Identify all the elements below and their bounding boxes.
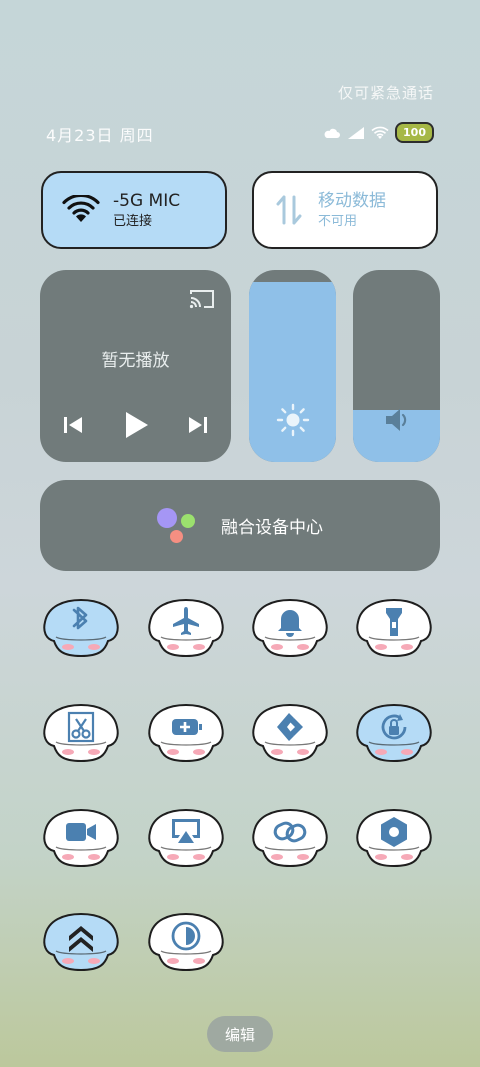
status-icons: 100: [323, 122, 434, 143]
tile-screen-record[interactable]: [42, 807, 120, 869]
tile-flashlight[interactable]: [355, 597, 433, 659]
media-title: 暂无播放: [101, 351, 170, 371]
screen-cast-icon: [172, 819, 200, 843]
tile-battery-saver[interactable]: [147, 702, 225, 764]
cast-icon[interactable]: [189, 288, 215, 310]
screen-record-icon: [66, 823, 96, 841]
mobile-data-status: 不可用: [318, 213, 358, 229]
tile-bell[interactable]: [251, 597, 329, 659]
battery-badge: 100: [395, 122, 434, 143]
tile-link[interactable]: [251, 807, 329, 869]
tile-screenshot[interactable]: [42, 702, 120, 764]
tile-bluetooth[interactable]: [42, 597, 120, 659]
tile-dark-mode[interactable]: [147, 911, 225, 973]
tile-airplane[interactable]: [147, 597, 225, 659]
tile-share[interactable]: [251, 702, 329, 764]
bell-icon: [278, 610, 302, 637]
dark-mode-icon: [171, 921, 201, 951]
speaker-icon: [385, 409, 406, 431]
settings-icon: [381, 817, 407, 847]
emergency-call-text: 仅可紧急通话: [337, 84, 434, 102]
device-center-button[interactable]: 融合设备中心: [40, 480, 440, 571]
share-icon: [277, 713, 303, 741]
cloud-icon: [324, 128, 341, 138]
battery-saver-icon: [172, 719, 202, 735]
screenshot-icon: [67, 711, 95, 743]
rotation-lock-icon: [381, 714, 407, 740]
mobile-data-icon: [276, 195, 302, 225]
mobile-data-title: 移动数据: [318, 190, 386, 211]
device-center-icon: [157, 507, 199, 544]
tile-screen-cast[interactable]: [147, 807, 225, 869]
mobile-data-card[interactable]: 移动数据 不可用: [252, 171, 438, 249]
edit-button[interactable]: 编辑: [207, 1016, 273, 1052]
signal-icon: [348, 126, 365, 139]
play-icon[interactable]: [122, 410, 150, 440]
volume-slider[interactable]: [353, 270, 440, 462]
next-icon[interactable]: [187, 415, 209, 435]
brightness-icon: [276, 403, 309, 437]
link-icon: [273, 821, 307, 843]
media-player: 暂无播放: [40, 270, 231, 462]
previous-icon[interactable]: [62, 415, 84, 435]
airplane-icon: [173, 607, 199, 635]
bluetooth-icon: [72, 606, 88, 630]
date-label: 4月23日 周四: [46, 126, 154, 145]
brightness-slider[interactable]: [249, 270, 336, 462]
up-icon: [69, 926, 93, 952]
wifi-toggle-card[interactable]: -5G MIC 已连接: [41, 171, 227, 249]
wifi-status: 已连接: [113, 213, 153, 229]
wifi-status-icon: [371, 126, 389, 139]
wifi-network-name: -5G MIC: [113, 190, 181, 211]
tile-settings[interactable]: [355, 807, 433, 869]
flashlight-icon: [386, 608, 402, 636]
tile-up[interactable]: [42, 911, 120, 973]
device-center-label: 融合设备中心: [221, 518, 323, 538]
wifi-icon: [62, 195, 100, 222]
tile-rotation-lock[interactable]: [355, 702, 433, 764]
